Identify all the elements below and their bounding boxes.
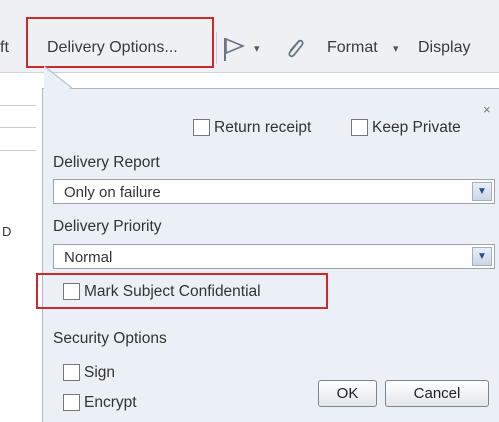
keep-private-checkbox[interactable] [351,119,368,137]
display-menu[interactable]: Display [418,39,470,57]
return-receipt-checkbox[interactable] [193,119,210,137]
chevron-down-icon[interactable]: ▼ [472,247,492,266]
underlying-text-fragment: D [2,224,12,239]
paperclip-icon[interactable] [283,36,307,66]
sign-checkbox[interactable] [63,364,80,382]
encrypt-label: Encrypt [84,394,137,411]
flag-icon[interactable] [222,36,246,66]
toolbar-separator [216,32,217,64]
mark-confidential-highlight [36,273,328,309]
delivery-report-select[interactable]: Only on failure ▼ [53,179,495,204]
flag-dropdown-caret[interactable]: ▾ [254,42,260,55]
sign-option[interactable]: Sign [63,364,115,382]
format-dropdown-caret[interactable]: ▾ [393,42,399,55]
delivery-priority-label: Delivery Priority [53,218,162,235]
security-options-label: Security Options [53,330,167,347]
cancel-button[interactable]: Cancel [385,380,489,407]
form-divider [0,150,36,151]
format-menu[interactable]: Format [327,39,378,57]
keep-private-option[interactable]: Keep Private [351,119,461,137]
keep-private-label: Keep Private [372,119,461,136]
form-divider [0,105,36,106]
delivery-report-value: Only on failure [64,184,161,201]
toolbar-truncated-item[interactable]: ft [0,39,9,57]
sign-label: Sign [84,364,116,381]
form-divider [0,127,36,128]
delivery-priority-value: Normal [64,249,113,266]
return-receipt-option[interactable]: Return receipt [193,119,311,137]
delivery-options-highlight [26,17,214,68]
chevron-down-icon[interactable]: ▼ [472,182,492,201]
close-icon[interactable]: × [483,102,491,117]
delivery-priority-select[interactable]: Normal ▼ [53,244,495,269]
encrypt-option[interactable]: Encrypt [63,394,137,412]
ok-button[interactable]: OK [318,380,377,407]
return-receipt-label: Return receipt [214,119,312,136]
encrypt-checkbox[interactable] [63,394,80,412]
popup-pointer [44,66,72,96]
delivery-report-label: Delivery Report [53,154,160,171]
